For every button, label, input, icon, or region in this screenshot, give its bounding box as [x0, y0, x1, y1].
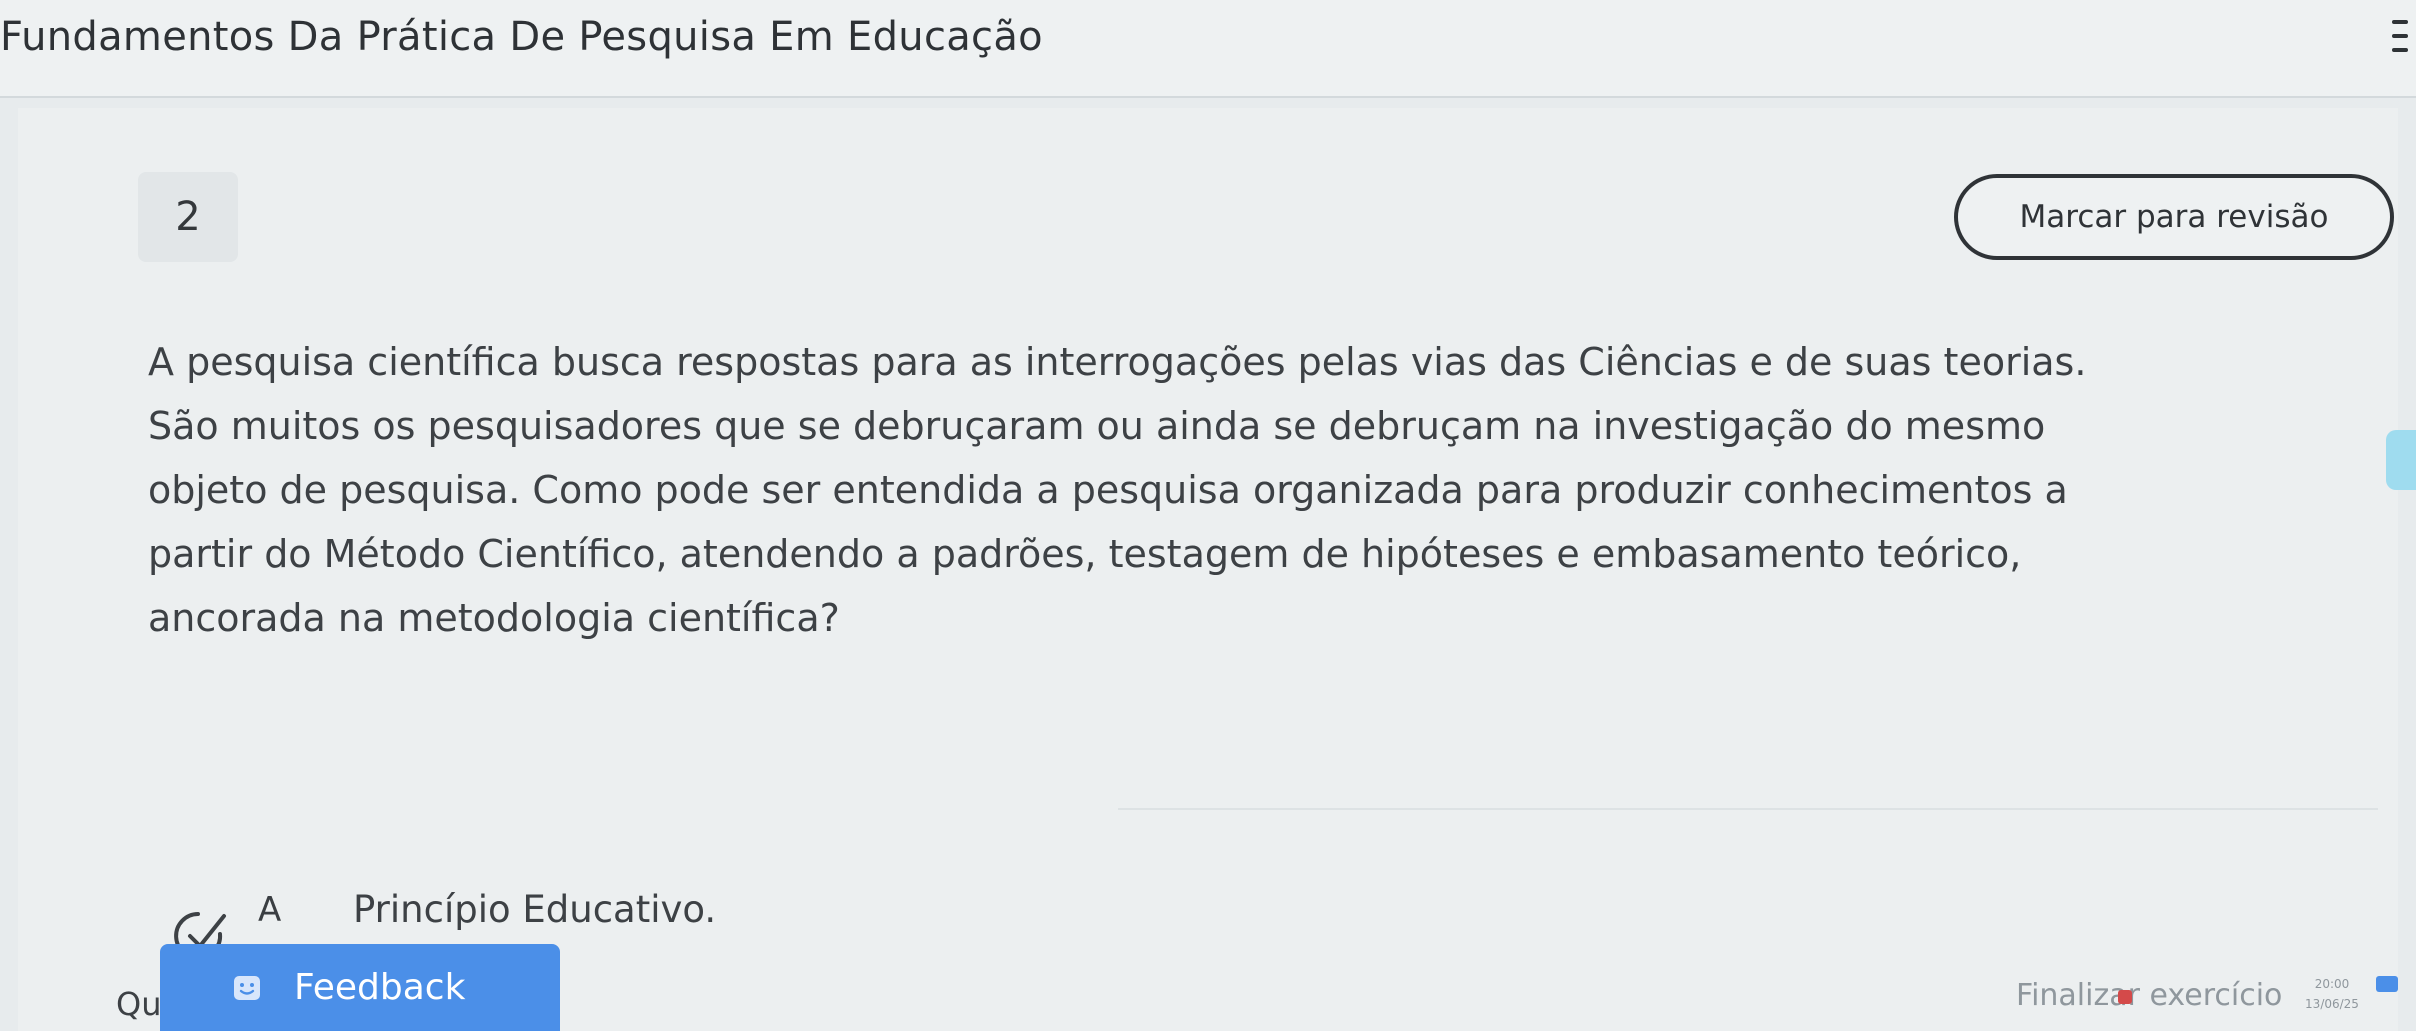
question-line: partir do Método Científico, atendendo a…	[148, 532, 2022, 576]
question-line: São muitos os pesquisadores que se debru…	[148, 404, 2046, 448]
side-widget-icon[interactable]	[2386, 430, 2416, 490]
finish-exercise-link[interactable]: Finalizar exercício	[2016, 978, 2282, 1013]
clock-time: 20:00	[2314, 977, 2350, 991]
question-number: 2	[138, 172, 238, 262]
tray-app-icon[interactable]	[2118, 990, 2132, 1004]
question-line: A pesquisa científica busca respostas pa…	[148, 340, 2087, 384]
question-panel: 2 Marcar para revisão A pesquisa científ…	[18, 108, 2398, 1031]
option-label: Princípio Educativo.	[353, 888, 717, 931]
option-letter: A	[258, 889, 282, 930]
divider	[1118, 808, 2378, 810]
hamburger-menu-icon[interactable]	[2392, 20, 2408, 64]
feedback-label: Feedback	[294, 967, 466, 1008]
app-header: Fundamentos Da Prática De Pesquisa Em Ed…	[0, 0, 2416, 98]
truncated-label: Qu	[116, 985, 162, 1023]
course-title: Fundamentos Da Prática De Pesquisa Em Ed…	[0, 14, 1043, 60]
feedback-button[interactable]: Feedback	[160, 944, 560, 1031]
notification-icon[interactable]	[2376, 976, 2398, 992]
option-a[interactable]: A Princípio Educativo.	[258, 888, 716, 931]
question-line: objeto de pesquisa. Como pode ser entend…	[148, 468, 2068, 512]
question-line: ancorada na metodologia científica?	[148, 596, 840, 640]
clock-date: 13/06/25	[2305, 997, 2359, 1011]
smiley-icon	[232, 974, 262, 1002]
question-text: A pesquisa científica busca respostas pa…	[148, 330, 2378, 650]
mark-for-review-button[interactable]: Marcar para revisão	[1954, 174, 2394, 260]
taskbar-clock[interactable]: 20:00 13/06/25	[2302, 974, 2362, 1014]
